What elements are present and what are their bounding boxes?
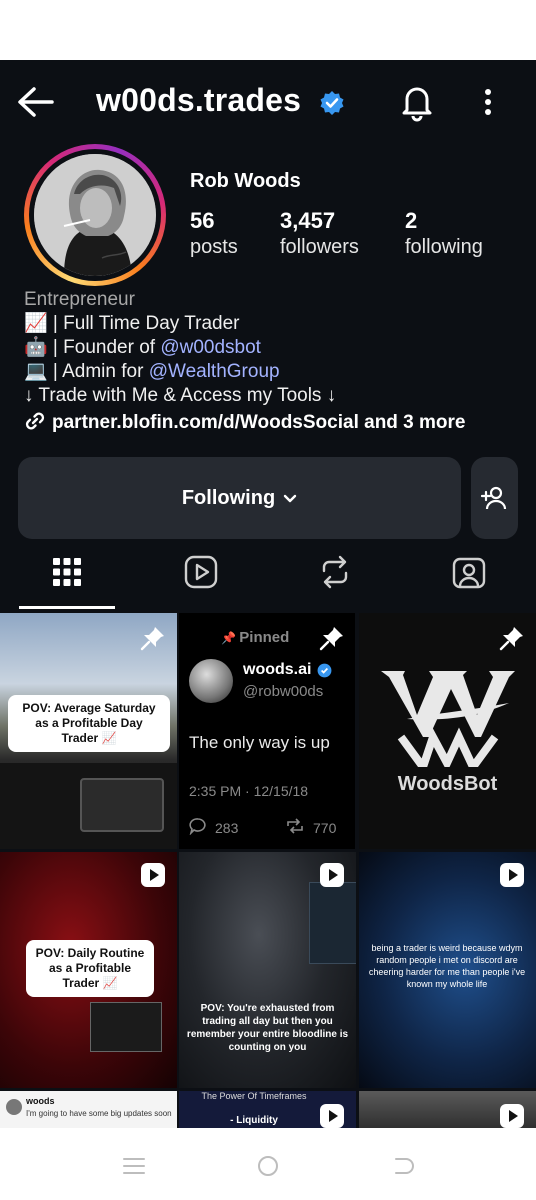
pinned-label: 📌 Pinned [221,629,290,646]
brand-name: WoodsBot [397,773,498,795]
post-caption: POV: Daily Routine as a Profitable Trade… [26,940,154,997]
bio-line-4: ↓ Trade with Me & Access my Tools ↓ [24,385,337,406]
posts-grid: POV: Average Saturday as a Profitable Da… [0,613,536,1128]
story-ring[interactable] [24,144,166,286]
suggested-users-button[interactable] [471,457,518,539]
tweet-timestamp: 2:35 PM · 12/15/18 [189,783,309,799]
back-arrow-icon[interactable] [14,82,58,122]
following-count-label: following [405,236,483,258]
retweet-count: 770 [313,819,337,836]
post-title: The Power Of Timeframes [201,1091,307,1101]
reel-icon [140,862,166,888]
post-thumbnail[interactable]: WoodsBot [359,613,536,849]
reply-count: 283 [215,819,239,836]
post-thumbnail[interactable]: POV: You're exhausted from trading all d… [179,852,356,1088]
reel-icon [499,862,525,888]
top-bar: w00ds.trades [0,60,536,144]
tab-reels[interactable] [151,546,251,602]
reel-icon [319,862,345,888]
pin-icon [140,625,166,651]
reels-play-icon [184,555,218,594]
retweet-icon [285,817,305,838]
following-count[interactable]: 2 following [405,208,483,259]
verified-badge-icon [319,90,345,116]
post-caption: POV: Average Saturday as a Profitable Da… [8,695,170,752]
add-person-icon [480,485,509,516]
back-icon[interactable] [392,1156,416,1181]
bio-external-link[interactable]: partner.blofin.com/d/WoodsSocial and 3 m… [52,412,466,433]
profile-handle: w00ds.trades [96,82,302,118]
bio-line-3: 💻 | Admin for @WealthGroup [24,360,524,384]
bio-link-row[interactable]: partner.blofin.com/d/WoodsSocial and 3 m… [24,410,524,439]
status-bar [0,0,536,60]
following-button-label: Following [181,486,276,509]
tab-posts-grid[interactable] [17,546,117,602]
post-thumbnail[interactable]: woods I'm going to have some big updates… [0,1091,177,1128]
tweet-text: The only way is up [189,733,330,752]
post-author: woods [26,1096,55,1106]
pin-icon [499,625,525,651]
grid-icon [52,557,82,592]
profile-screen: w00ds.trades Rob Woods 56 posts 3,457 fo… [0,60,536,1128]
bio-line-2: 🤖 | Founder of @w00dsbot [24,336,524,360]
reply-icon [189,817,207,838]
tweet-retweets: 770 [285,817,336,838]
bio-mention-w00dsbot[interactable]: @w00dsbot [160,337,261,358]
system-navigation-bar [0,1128,536,1200]
more-options-icon[interactable] [474,82,502,122]
profile-tabs [0,546,536,610]
recents-icon[interactable] [122,1156,146,1181]
tweet-name: woods.ai [243,661,312,678]
repost-icon [319,555,351,594]
posts-count-label: posts [190,236,238,258]
followers-count-value: 3,457 [280,208,336,233]
posts-count: 56 posts [190,208,238,259]
post-thumbnail[interactable]: being a trader is weird because wdym ran… [359,852,536,1088]
tab-reposts[interactable] [285,546,385,602]
post-thumbnail[interactable]: The Power Of Timeframes - Liquidity [179,1091,356,1128]
tweet-avatar [189,659,233,703]
woodsbot-logo [377,667,519,776]
post-caption: I'm going to have some big updates soon [26,1109,172,1118]
bio-line-2-text: 🤖 | Founder of [24,337,161,358]
post-caption: - Liquidity [230,1115,278,1126]
post-thumbnail[interactable]: POV: Average Saturday as a Profitable Da… [0,613,177,849]
tab-tagged[interactable] [419,546,519,602]
pinned-text: Pinned [239,629,290,646]
tweet-handle: @robw00ds [243,683,324,700]
home-icon[interactable] [256,1154,280,1183]
post-thumbnail[interactable]: 📌 Pinned woods.ai @robw00ds The only way… [179,613,355,849]
bio-mention-wealthgroup[interactable]: @WealthGroup [149,361,280,382]
bio-category: Entrepreneur [24,289,135,310]
post-caption: being a trader is weird because wdym ran… [368,943,526,989]
chevron-down-icon [283,487,297,510]
following-button[interactable]: Following [18,457,461,539]
profile-bio: Entrepreneur 📈 | Full Time Day Trader 🤖 … [24,288,524,439]
followers-count[interactable]: 3,457 followers [280,208,359,259]
notification-bell-icon[interactable] [398,82,436,122]
verified-badge-icon [317,663,332,683]
avatar [34,154,156,276]
display-name: Rob Woods [190,170,301,192]
followers-count-label: followers [280,236,359,258]
posts-count-value: 56 [190,208,215,233]
reel-icon [319,1103,345,1128]
tagged-person-icon [452,555,486,594]
reel-icon [499,1103,525,1128]
post-caption: POV: You're exhausted from trading all d… [186,1003,349,1053]
post-thumbnail[interactable]: POV: Daily Routine as a Profitable Trade… [0,852,177,1088]
link-icon [24,410,46,439]
following-count-value: 2 [405,208,418,233]
bio-line-1: 📈 | Full Time Day Trader [24,313,240,334]
active-tab-indicator [19,606,115,609]
bio-line-3-text: 💻 | Admin for [24,361,149,382]
tweet-replies: 283 [189,817,238,838]
post-thumbnail[interactable] [359,1091,536,1128]
pin-icon [319,625,345,651]
